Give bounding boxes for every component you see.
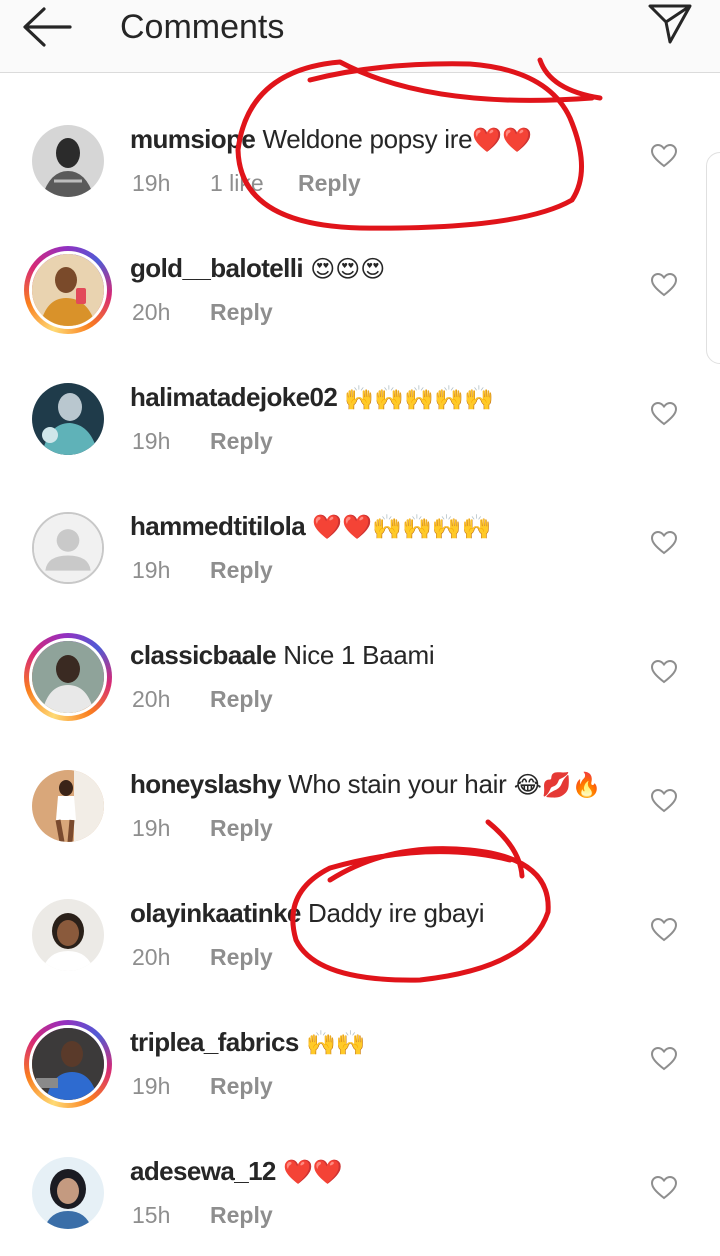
comment-emoji: 🙌🙌	[305, 1030, 366, 1057]
comment-row: mumsiope Weldone popsy ire❤️❤️ 19h 1 like…	[0, 92, 720, 221]
comment-emoji: 😍😍😍	[310, 256, 386, 283]
comment-username[interactable]: olayinkaatinke	[130, 898, 301, 928]
comment-username[interactable]: triplea_fabrics	[130, 1027, 299, 1057]
comment-likes[interactable]: 1 like	[210, 168, 298, 198]
comment-row: gold__balotelli 😍😍😍 20h Reply	[0, 221, 720, 350]
comment-row: hammedtitilola ❤️❤️🙌🙌🙌🙌 19h Reply	[0, 479, 720, 608]
comment-emoji: ❤️❤️	[283, 1159, 343, 1186]
heart-icon[interactable]	[651, 273, 677, 297]
comment-emoji: 🙌🙌🙌🙌🙌	[344, 385, 494, 412]
reply-button[interactable]: Reply	[210, 299, 273, 325]
comment-text: Who stain your hair	[288, 769, 507, 799]
comment-time: 19h	[132, 557, 171, 583]
reply-button[interactable]: Reply	[210, 815, 273, 841]
reply-button[interactable]: Reply	[210, 944, 273, 970]
comment-emoji: ❤️❤️🙌🙌🙌🙌	[312, 514, 492, 541]
comment-username[interactable]: classicbaale	[130, 640, 277, 670]
comment-username[interactable]: halimatadejoke02	[130, 382, 338, 412]
avatar[interactable]	[24, 246, 112, 334]
avatar[interactable]	[32, 512, 104, 584]
avatar[interactable]	[32, 899, 104, 971]
reply-button[interactable]: Reply	[210, 557, 273, 583]
comment-username[interactable]: honeyslashy	[130, 769, 282, 799]
comment-row: halimatadejoke02 🙌🙌🙌🙌🙌 19h Reply	[0, 350, 720, 479]
avatar[interactable]	[32, 770, 104, 842]
comment-time: 19h	[132, 1073, 171, 1099]
comment-list: mumsiope Weldone popsy ire❤️❤️ 19h 1 like…	[0, 92, 720, 1253]
comment-row: olayinkaatinke Daddy ire gbayi 20h Reply	[0, 866, 720, 995]
reply-button[interactable]: Reply	[210, 1073, 273, 1099]
reply-button[interactable]: Reply	[210, 428, 273, 454]
heart-icon[interactable]	[651, 1047, 677, 1071]
heart-icon[interactable]	[651, 402, 677, 426]
comment-row: classicbaale Nice 1 Baami 20h Reply	[0, 608, 720, 737]
comment-time: 19h	[132, 170, 171, 196]
avatar[interactable]	[32, 383, 104, 455]
heart-icon[interactable]	[651, 1176, 677, 1200]
heart-icon[interactable]	[651, 144, 677, 168]
comment-row: adesewa_12 ❤️❤️ 15h Reply	[0, 1124, 720, 1253]
comment-username[interactable]: adesewa_12	[130, 1156, 276, 1186]
comment-time: 20h	[132, 686, 171, 712]
comment-text: Nice 1 Baami	[283, 640, 435, 670]
page-title: Comments	[120, 8, 285, 46]
avatar[interactable]	[24, 633, 112, 721]
reply-button[interactable]: Reply	[210, 686, 273, 712]
comment-time: 20h	[132, 299, 171, 325]
comment-time: 15h	[132, 1202, 171, 1228]
comment-emoji: ❤️❤️	[472, 127, 533, 154]
comment-username[interactable]: mumsiope	[130, 124, 256, 154]
avatar[interactable]	[24, 1020, 112, 1108]
arrow-left-icon[interactable]	[20, 6, 76, 48]
reply-button[interactable]: Reply	[298, 170, 361, 196]
comment-username[interactable]: hammedtitilola	[130, 511, 306, 541]
heart-icon[interactable]	[651, 660, 677, 684]
comment-text: Daddy ire gbayi	[308, 898, 485, 928]
paper-plane-icon[interactable]	[644, 0, 696, 46]
heart-icon[interactable]	[651, 531, 677, 555]
comment-row: triplea_fabrics 🙌🙌 19h Reply	[0, 995, 720, 1124]
heart-icon[interactable]	[651, 789, 677, 813]
avatar[interactable]	[32, 1157, 104, 1229]
comment-time: 19h	[132, 815, 171, 841]
comment-row: honeyslashy Who stain your hair 😂💋🔥 19h R…	[0, 737, 720, 866]
comment-time: 19h	[132, 428, 171, 454]
comment-text: Weldone popsy ire	[262, 124, 473, 154]
avatar[interactable]	[32, 125, 104, 197]
top-bar: Comments	[0, 0, 720, 73]
comment-username[interactable]: gold__balotelli	[130, 253, 304, 283]
reply-button[interactable]: Reply	[210, 1202, 273, 1228]
heart-icon[interactable]	[651, 918, 677, 942]
comment-emoji: 😂💋🔥	[513, 772, 602, 799]
comment-time: 20h	[132, 944, 171, 970]
